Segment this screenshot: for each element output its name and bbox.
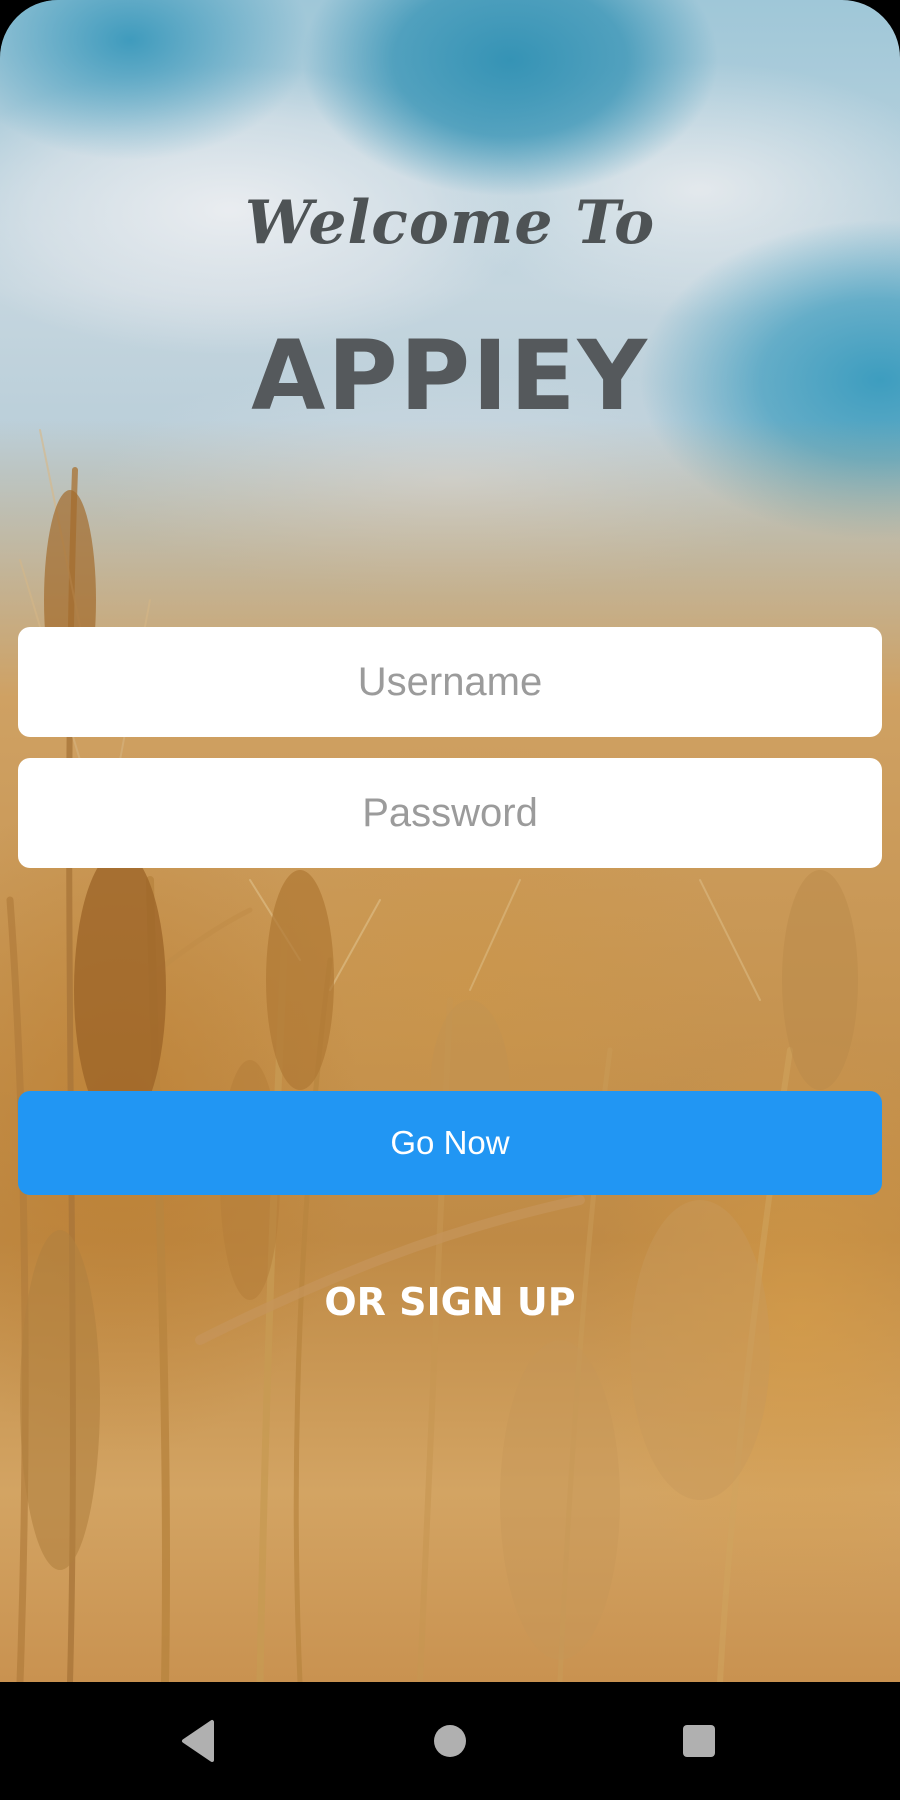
go-now-button[interactable]: Go Now <box>18 1091 882 1195</box>
username-input[interactable] <box>18 627 882 737</box>
password-input[interactable] <box>18 758 882 868</box>
back-triangle-icon <box>182 1720 214 1762</box>
phone-frame: Welcome To APPIEY Go Now OR SIGN UP <box>0 0 900 1800</box>
app-name-heading: APPIEY <box>251 320 649 432</box>
sign-up-link[interactable]: OR SIGN UP <box>0 1280 900 1324</box>
nav-recents-button[interactable] <box>639 1682 759 1800</box>
home-circle-icon <box>434 1725 466 1757</box>
login-screen: Welcome To APPIEY Go Now OR SIGN UP <box>0 0 900 1682</box>
recents-square-icon <box>683 1725 715 1757</box>
go-now-button-label: Go Now <box>390 1124 510 1161</box>
nav-back-button[interactable] <box>138 1682 258 1800</box>
system-navigation-bar <box>0 1682 900 1800</box>
nav-home-button[interactable] <box>390 1682 510 1800</box>
welcome-heading: Welcome To <box>244 188 656 258</box>
